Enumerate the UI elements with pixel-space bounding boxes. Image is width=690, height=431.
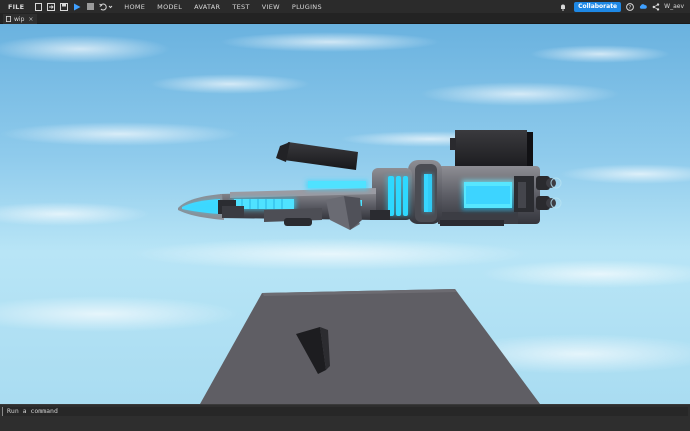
tab-label: wip	[14, 15, 25, 23]
menu-plugins[interactable]: PLUGINS	[292, 3, 322, 11]
share-icon[interactable]	[652, 2, 660, 11]
toolbar-right-group: Collaborate ? W_aev	[559, 0, 684, 13]
collaborate-button[interactable]: Collaborate	[574, 1, 622, 12]
svg-text:?: ?	[629, 5, 632, 11]
tab-wip[interactable]: wip ×	[3, 14, 37, 24]
menu-home[interactable]: HOME	[124, 3, 145, 11]
document-tab-strip: wip ×	[0, 13, 690, 24]
close-icon[interactable]: ×	[28, 16, 33, 23]
stop-icon[interactable]	[86, 3, 94, 11]
play-icon[interactable]	[73, 3, 81, 11]
command-bar: Run a command	[0, 404, 690, 431]
help-icon[interactable]: ?	[626, 2, 635, 11]
new-file-icon[interactable]	[34, 2, 42, 11]
notification-icon[interactable]	[559, 3, 567, 11]
save-icon[interactable]	[60, 2, 69, 11]
menu-view[interactable]: VIEW	[262, 3, 280, 11]
collaborate-cloud-icon[interactable]	[639, 3, 647, 11]
undo-icon[interactable]	[99, 3, 107, 11]
file-menu[interactable]: FILE	[8, 3, 24, 11]
scene-render	[0, 24, 690, 404]
3d-viewport[interactable]	[0, 24, 690, 404]
top-toolbar: FILE HOME MODEL AVATAR TEST VIEW PLUGINS…	[0, 0, 690, 13]
username-label[interactable]: W_aev	[664, 3, 684, 10]
redo-icon[interactable]	[108, 3, 113, 11]
import-icon[interactable]	[47, 2, 56, 11]
menu-model[interactable]: MODEL	[157, 3, 182, 11]
menu-avatar[interactable]: AVATAR	[194, 3, 220, 11]
command-input[interactable]: Run a command	[2, 407, 688, 416]
document-icon	[6, 16, 11, 22]
menu-test[interactable]: TEST	[232, 3, 249, 11]
